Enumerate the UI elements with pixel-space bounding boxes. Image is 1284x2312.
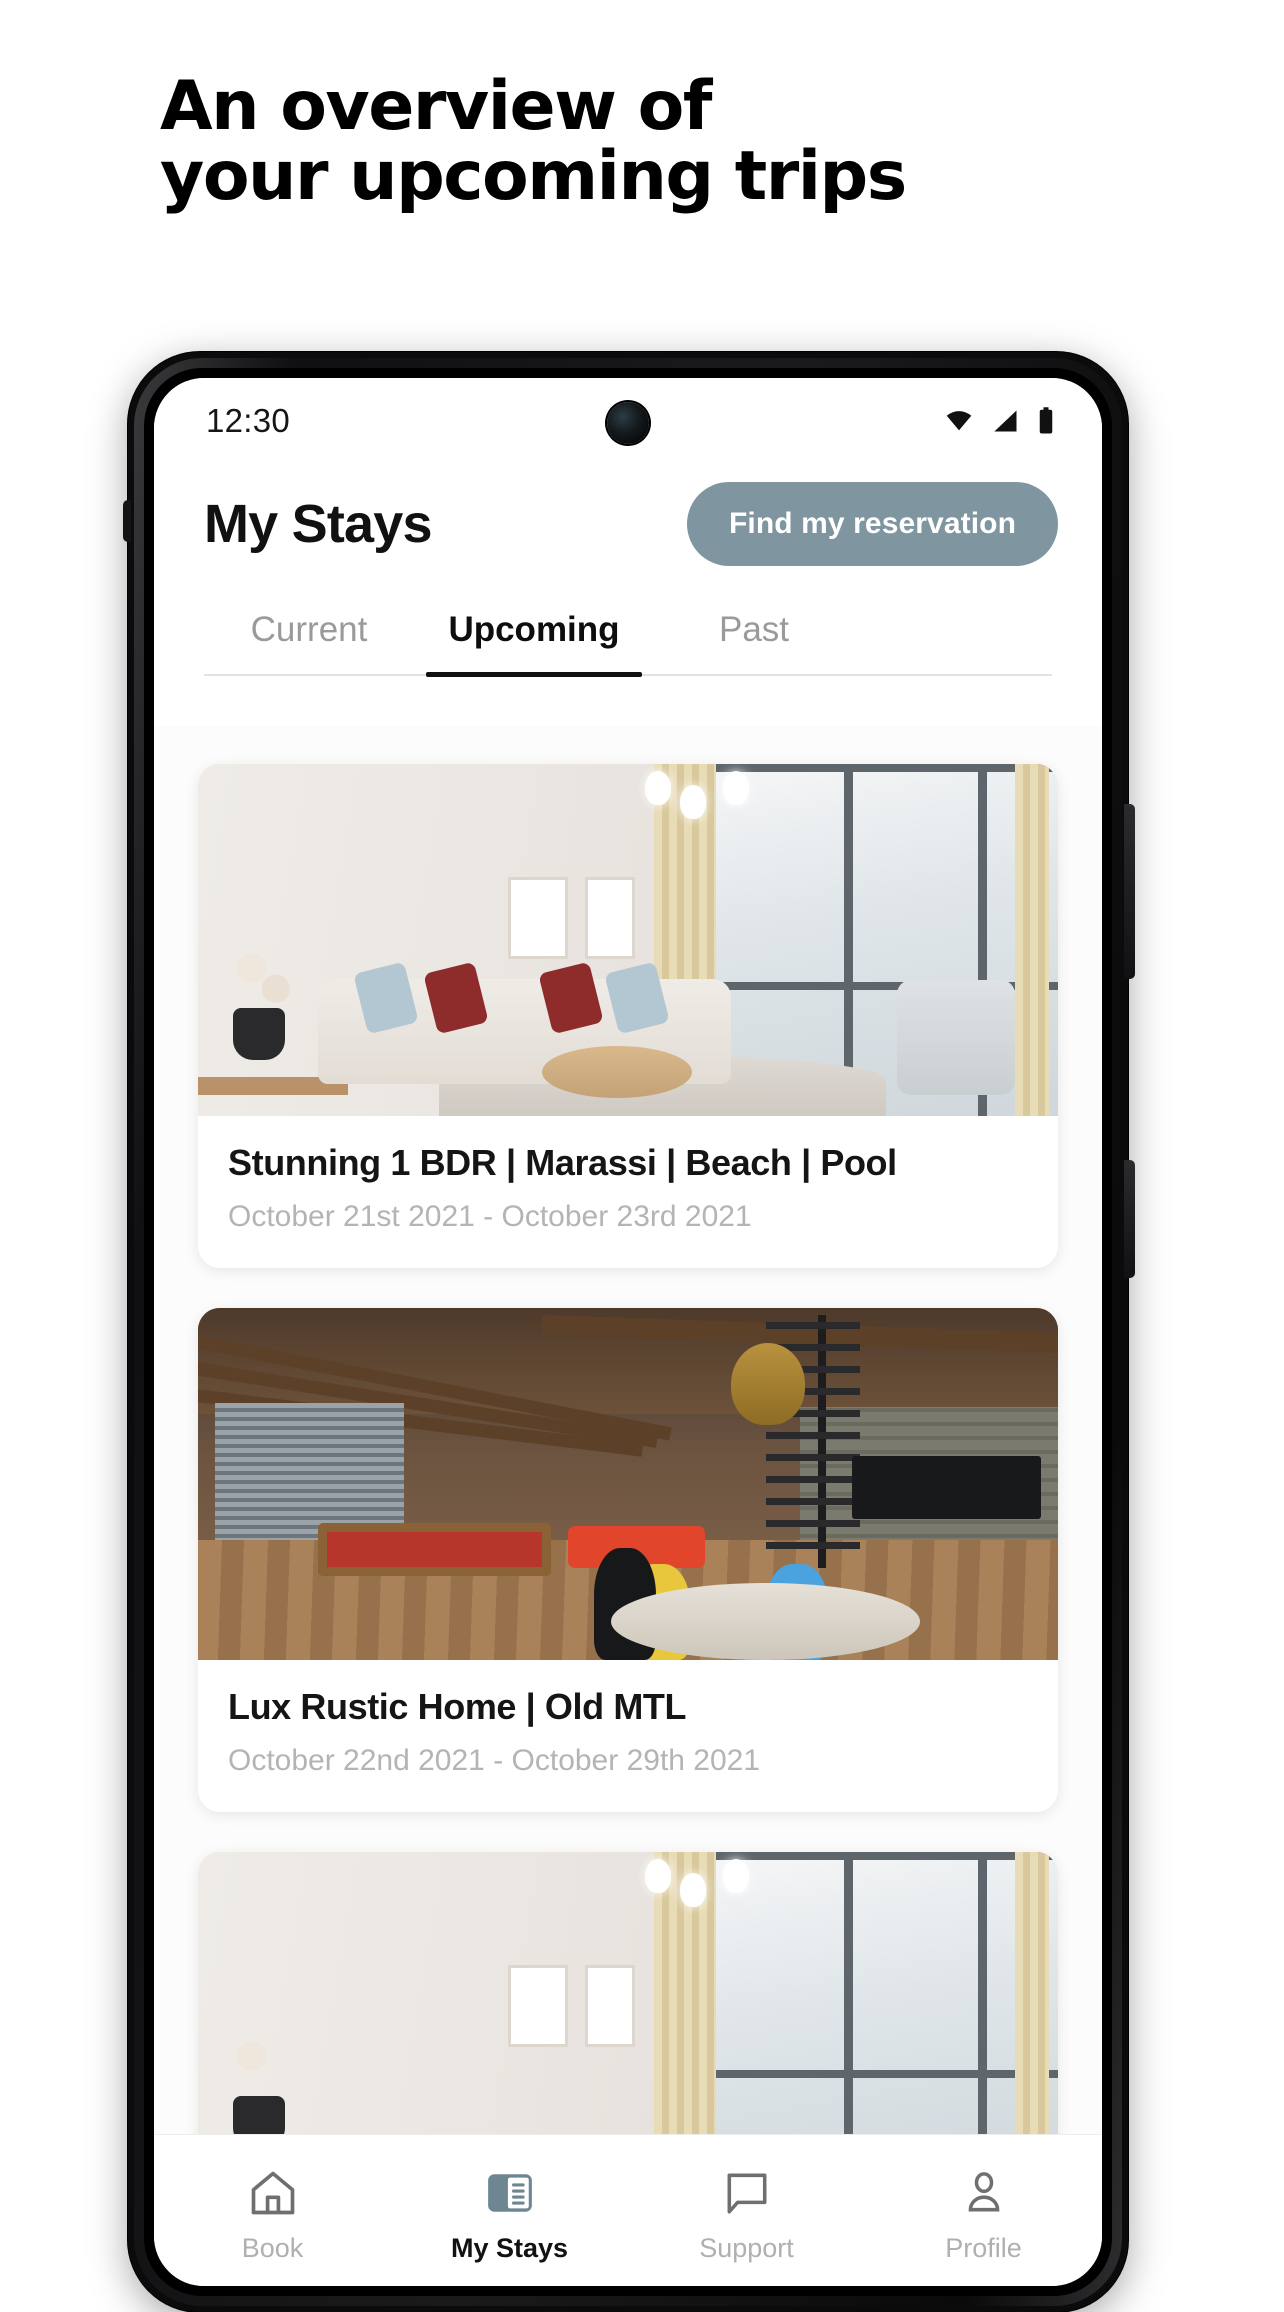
stay-card[interactable]: Stunning 1 BDR | Marassi | Beach | Pool … [198,764,1058,1268]
headline-line-1: An overview of [160,67,712,146]
phone-screen: 12:30 My Stays Find my reservation Curre… [154,378,1102,2286]
tab-current[interactable]: Current [204,610,414,674]
stays-tabs: Current Upcoming Past [204,566,1052,677]
status-bar-clock: 12:30 [206,402,291,439]
stay-photo-living-room [198,1852,1058,2134]
find-my-reservation-button[interactable]: Find my reservation [687,482,1058,566]
battery-icon [1039,407,1053,434]
nav-item-profile[interactable]: Profile [865,2165,1102,2264]
stay-title: Lux Rustic Home | Old MTL [228,1686,687,1727]
phone-device-frame: 12:30 My Stays Find my reservation Curre… [123,352,1135,2312]
bottom-navigation-bar: Book My Stays Support Profile [154,2134,1102,2286]
tab-past[interactable]: Past [654,610,854,674]
stays-list[interactable]: Stunning 1 BDR | Marassi | Beach | Pool … [154,726,1102,2134]
person-icon [953,2165,1015,2221]
nav-label-profile: Profile [945,2233,1022,2263]
stay-dates: October 21st 2021 - October 23rd 2021 [228,1200,752,1233]
nav-label-book: Book [241,2233,304,2263]
left-side-button[interactable] [123,500,131,542]
page-headline: An overview of your upcoming trips [160,71,1160,217]
stay-photo-rustic-loft [198,1308,1058,1660]
chat-bubble-icon [716,2165,778,2221]
home-icon [242,2165,304,2221]
stay-card[interactable]: Lux Rustic Home | Old MTL October 22nd 2… [198,1308,1058,1812]
stay-title: Stunning 1 BDR | Marassi | Beach | Pool [228,1142,897,1183]
tab-upcoming[interactable]: Upcoming [414,610,654,677]
power-button[interactable] [1124,1160,1135,1278]
nav-item-my-stays[interactable]: My Stays [391,2165,628,2264]
status-bar-icons [942,406,1056,436]
wifi-icon [946,411,972,431]
front-camera-punchhole [607,402,649,444]
nav-label-support: Support [699,2233,794,2263]
stays-list-icon [479,2165,541,2221]
nav-label-my-stays: My Stays [450,2233,569,2263]
nav-item-support[interactable]: Support [628,2165,865,2264]
nav-item-book[interactable]: Book [154,2165,391,2264]
page-title: My Stays [204,494,433,554]
volume-button[interactable] [1124,804,1135,979]
headline-line-2: your upcoming trips [160,137,907,217]
stay-card[interactable] [198,1852,1058,2134]
cellular-signal-icon [994,410,1017,432]
stay-card-body: Lux Rustic Home | Old MTL October 22nd 2… [198,1660,1058,1812]
stay-photo-living-room [198,764,1058,1116]
app-header: My Stays Find my reservation [154,464,1102,566]
stay-card-body: Stunning 1 BDR | Marassi | Beach | Pool … [198,1116,1058,1268]
stay-dates: October 22nd 2021 - October 29th 2021 [228,1744,761,1777]
status-bar: 12:30 [154,378,1102,464]
